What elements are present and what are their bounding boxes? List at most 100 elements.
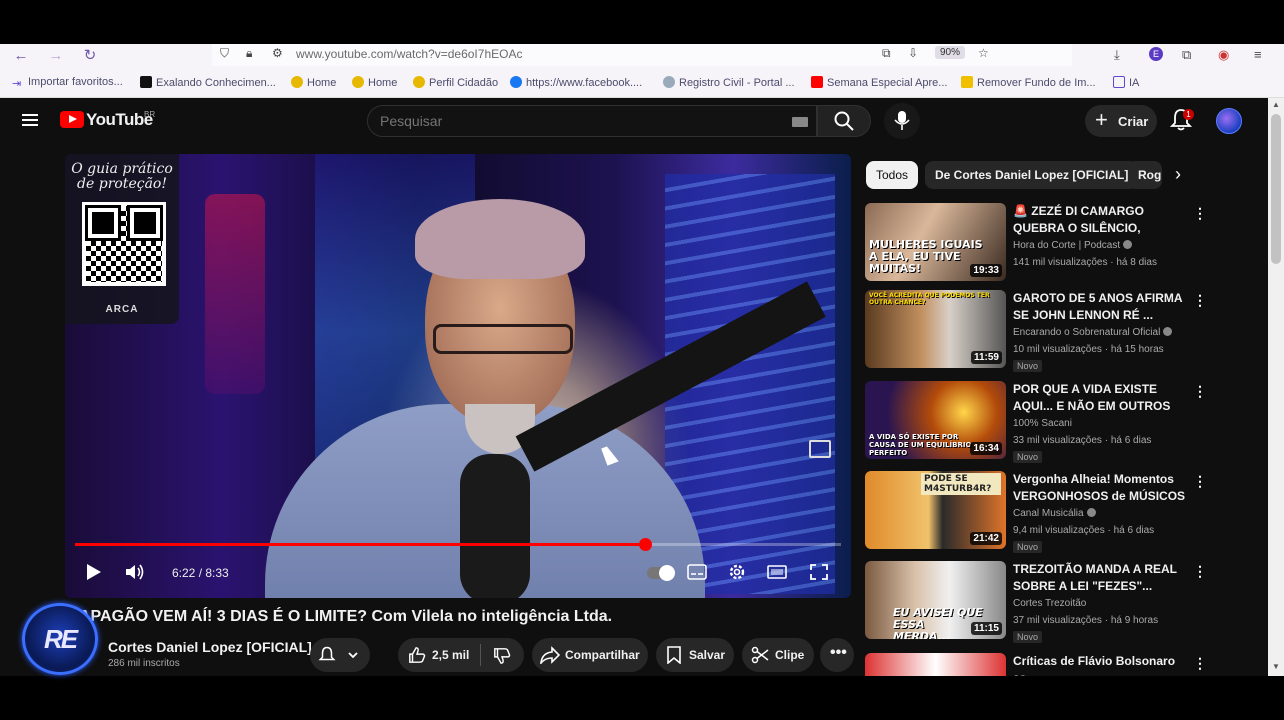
recommended-video[interactable]: MULHERES IGUAIS A ELA, EU TIVE MUITAS! 1… [865,203,1265,283]
channel-avatar[interactable]: RE [22,603,98,675]
bookmark-item[interactable]: Exalando Conhecimen... [140,76,276,89]
play-icon[interactable] [83,563,103,581]
bookmark-item[interactable]: ⇥ Importar favoritos... [12,76,123,90]
save-button[interactable]: Salvar [656,638,734,672]
microphone-icon [894,111,910,130]
url-text[interactable]: www.youtube.com/watch?v=de6oI7hEOAc [296,47,522,61]
addon-icon[interactable]: ◉ [1218,47,1229,63]
zoom-level[interactable]: 90% [935,46,966,59]
kebab-menu-icon[interactable]: ⋮ [1193,205,1207,222]
video-thumbnail[interactable]: MULHERES IGUAIS A ELA, EU TIVE MUITAS! 1… [865,203,1006,281]
settings-gear-icon[interactable] [727,563,747,581]
page-scrollbar[interactable]: ▲ ▼ [1268,98,1284,676]
search-button[interactable] [817,105,871,137]
background-light [205,194,265,394]
theater-mode-icon[interactable] [767,563,787,581]
scroll-up-icon[interactable]: ▲ [1268,100,1284,109]
kebab-menu-icon[interactable]: ⋮ [1193,655,1207,672]
recommended-video[interactable]: A VIDA SÓ EXISTE POR CAUSA DE UM EQUILÍB… [865,381,1265,463]
chip-rog[interactable]: Rog [1128,161,1162,189]
permissions-icon: ⚙ [272,46,283,60]
subtitles-icon[interactable] [687,563,707,581]
menu-icon[interactable]: ≡ [1254,47,1262,62]
search-box[interactable] [367,105,817,137]
progress-scrubber[interactable] [638,538,652,551]
recommended-video[interactable]: EU AVISEI QUE ESSA MERDA... 11:15 TREZOI… [865,561,1265,643]
chevron-right-icon[interactable]: › [1175,164,1181,185]
youtube-header: YouTube BR + Criar [0,98,1268,144]
bookmark-item[interactable]: Home [291,76,336,89]
more-actions-button[interactable]: ••• [820,638,854,672]
channel-name[interactable]: Cortes Daniel Lopez [OFICIAL] [108,639,312,655]
bookmark-item[interactable]: Remover Fundo de Im... [961,76,1096,89]
scroll-down-icon[interactable]: ▼ [1268,662,1284,671]
download-page-icon[interactable]: ⇩ [908,46,918,60]
video-thumbnail[interactable]: A VIDA SÓ EXISTE POR CAUSA DE UM EQUILÍB… [865,381,1006,459]
promo-overlay[interactable]: O guia prático de proteção! ARCA [65,154,179,324]
address-bar[interactable]: ⛉ 🔒︎ ⚙ www.youtube.com/watch?v=de6oI7hEO… [212,44,1072,66]
bookmark-item[interactable]: Registro Civil - Portal ... [663,76,795,89]
forward-icon[interactable]: → [45,46,67,66]
video-thumbnail[interactable]: EU AVISEI QUE ESSA MERDA... 11:15 [865,561,1006,639]
video-thumbnail[interactable] [865,653,1006,676]
bookmark-item[interactable]: Semana Especial Apre... [811,76,947,89]
video-thumbnail[interactable]: VOCÊ ACREDITA QUE PODEMOS TER OUTRA CHAN… [865,290,1006,368]
bookmark-item[interactable]: https://www.facebook.... [510,76,642,89]
like-thumb-icon[interactable] [408,646,426,664]
chip-todos[interactable]: Todos [866,161,919,189]
video-title[interactable]: TREZOITÃO MANDA A REAL SOBRE A LEI "FEZE… [1013,561,1188,595]
facebook-icon [510,76,522,88]
channel-label[interactable]: Encarando o Sobrenatural Oficial [1013,327,1173,338]
subscribed-bell-button[interactable] [310,638,370,672]
kebab-menu-icon[interactable]: ⋮ [1193,383,1207,400]
youtube-logo[interactable]: YouTube BR [60,110,155,130]
kebab-menu-icon[interactable]: ⋮ [1193,473,1207,490]
kebab-menu-icon[interactable]: ⋮ [1193,292,1207,309]
channel-label[interactable]: Cortes Trezoitão [1013,598,1086,609]
video-title[interactable]: Críticas de Flávio Bolsonaro as ... [1013,653,1188,676]
extensions-icon[interactable]: ⧉ [1182,47,1191,63]
bookmark-folder[interactable]: IA [1113,76,1139,89]
dislike-thumb-icon[interactable] [493,647,511,665]
like-count[interactable]: 2,5 mil [432,648,469,662]
miniplayer-icon[interactable] [809,440,831,458]
kebab-menu-icon[interactable]: ⋮ [1193,563,1207,580]
volume-icon[interactable] [125,563,145,581]
bookmark-item[interactable]: Home [352,76,397,89]
video-title[interactable]: POR QUE A VIDA EXISTE AQUI... E NÃO EM O… [1013,381,1188,415]
scroll-thumb[interactable] [1271,114,1281,264]
progress-bar[interactable] [75,538,841,551]
autoplay-toggle[interactable] [647,565,675,581]
keyboard-icon[interactable] [792,117,808,127]
bookmark-item[interactable]: Perfil Cidadão [413,76,498,89]
search-input[interactable] [380,113,760,129]
recommended-video[interactable]: PODE SE M4STURB4R? 21:42 Vergonha Alheia… [865,471,1265,553]
channel-label[interactable]: Canal Musicália [1013,508,1096,519]
video-thumbnail[interactable]: PODE SE M4STURB4R? 21:42 [865,471,1006,549]
profile-icon[interactable]: E [1149,47,1163,61]
voice-search-button[interactable] [884,103,920,139]
plus-icon: + [1095,107,1108,132]
downloads-icon[interactable]: ⤓ [1114,47,1120,63]
bookmark-star-icon[interactable]: ☆ [978,46,989,60]
video-player[interactable]: O guia prático de proteção! ARCA 6:22 / … [65,154,851,598]
promo-line: de proteção! [77,176,167,192]
video-title[interactable]: Vergonha Alheia! Momentos VERGONHOSOS de… [1013,471,1188,505]
hamburger-menu-icon[interactable] [22,114,38,126]
chip-channel[interactable]: De Cortes Daniel Lopez [OFICIAL] [925,161,1139,189]
video-title[interactable]: GAROTO DE 5 ANOS AFIRMA SE JOHN LENNON R… [1013,290,1188,324]
video-title[interactable]: 🚨 ZEZÉ DI CAMARGO QUEBRA O SILÊNCIO, ASS… [1013,203,1188,237]
like-divider [480,644,481,666]
back-icon[interactable]: ← [10,46,32,66]
reload-icon[interactable]: ↻ [79,46,101,66]
translate-icon[interactable]: ⧉ [882,46,891,61]
account-avatar[interactable] [1216,108,1242,134]
create-button[interactable]: + Criar [1085,105,1157,137]
channel-label[interactable]: Hora do Corte | Podcast [1013,240,1133,251]
recommended-video[interactable]: Críticas de Flávio Bolsonaro as ... ⋮ [865,653,1265,676]
share-button[interactable]: Compartilhar [532,638,648,672]
clip-button[interactable]: Clipe [742,638,814,672]
channel-label[interactable]: 100% Sacani [1013,418,1072,429]
recommended-video[interactable]: VOCÊ ACREDITA QUE PODEMOS TER OUTRA CHAN… [865,290,1265,372]
fullscreen-icon[interactable] [809,563,829,581]
